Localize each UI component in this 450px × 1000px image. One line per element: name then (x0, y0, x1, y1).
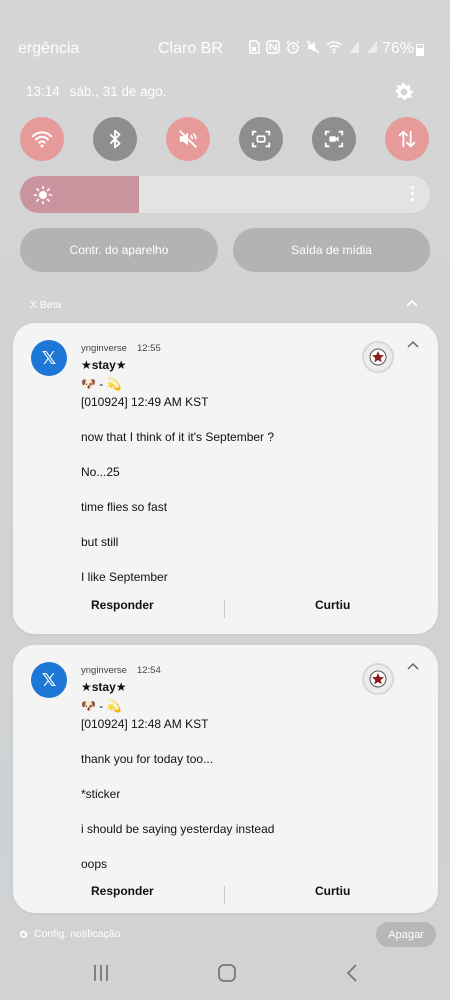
notification-body: 🐶 - 💫 [010924] 12:49 AM KST now that I t… (81, 376, 371, 586)
notification-actions: Responder Curtiu (13, 884, 438, 908)
screen-record-icon (324, 130, 344, 148)
date-row: 13:14 sáb., 31 de ago. (26, 84, 166, 99)
screen-capture-icon (251, 130, 271, 148)
status-bar: ergência Claro BR 76% (0, 36, 450, 64)
notification-time: 12:55 (136, 343, 161, 354)
action-divider (224, 600, 225, 618)
mute-icon (179, 130, 197, 148)
message-line: but still (81, 534, 119, 549)
gear-icon (19, 929, 28, 938)
message-line: now that I think of it it's September ? (81, 429, 275, 444)
notification-card[interactable]: 𝕏 ynginverse 12:54 ★stay★ 🐶 - 💫 [010924] … (13, 645, 438, 913)
avatar (362, 663, 394, 695)
notification-settings-link[interactable]: Config. notificação (18, 928, 120, 940)
star-badge-icon (369, 348, 387, 366)
chevron-up-icon[interactable] (406, 339, 420, 349)
clear-all-button[interactable]: Apagar (376, 922, 436, 947)
notification-title: ★stay★ (81, 680, 127, 694)
notification-username: ynginverse (81, 665, 127, 676)
x-logo-icon: 𝕏 (31, 662, 67, 698)
chevron-up-icon[interactable] (406, 661, 420, 671)
toggle-sound[interactable] (166, 117, 210, 161)
clock-time: 13:14 (26, 84, 60, 99)
notification-title: ★stay★ (81, 358, 127, 372)
media-output-button[interactable]: Saída de mídia (233, 228, 430, 272)
notification-body: 🐶 - 💫 [010924] 12:48 AM KST thank you fo… (81, 698, 371, 873)
toggle-bluetooth[interactable] (93, 117, 137, 161)
date-text: sáb., 31 de ago. (69, 84, 167, 99)
x-logo-icon: 𝕏 (31, 340, 67, 376)
status-text: ergência (18, 40, 80, 57)
avatar (362, 341, 394, 373)
brightness-slider[interactable] (20, 176, 430, 213)
nfc-icon (266, 40, 280, 54)
emoji-line: 🐶 - 💫 (81, 377, 122, 391)
toggle-mobile-data[interactable] (385, 117, 429, 161)
message-line: thank you for today too... (81, 751, 214, 766)
wifi-icon (326, 41, 342, 54)
notification-card[interactable]: 𝕏 ynginverse 12:55 ★stay★ 🐶 - 💫 [010924] … (13, 323, 438, 634)
message-line: i should be saying yesterday instead (81, 821, 275, 836)
wifi-icon (31, 131, 53, 148)
notification-settings-label: Config. notificação (34, 928, 121, 940)
status-icons (248, 40, 378, 54)
settings-gear-icon[interactable] (392, 80, 416, 104)
back-icon[interactable] (344, 962, 362, 984)
notification-header: ynginverse 12:55 (81, 343, 161, 354)
home-icon[interactable] (217, 962, 237, 984)
mute-icon (306, 40, 320, 54)
device-control-button[interactable]: Contr. do aparelho (20, 228, 218, 272)
message-line: *sticker (81, 786, 121, 801)
like-button[interactable]: Curtiu (315, 598, 350, 612)
reply-button[interactable]: Responder (91, 598, 154, 612)
chevron-up-icon[interactable] (405, 298, 419, 308)
data-transfer-icon (398, 130, 416, 148)
toggle-wifi[interactable] (20, 117, 64, 161)
message-line: [010924] 12:49 AM KST (81, 394, 209, 409)
toggle-screenshot[interactable] (239, 117, 283, 161)
emoji-line: 🐶 - 💫 (81, 699, 122, 713)
sim-icon (249, 40, 260, 54)
recent-apps-icon[interactable] (92, 962, 110, 984)
carrier-name: Claro BR (158, 40, 223, 57)
battery-percent: 76% (382, 40, 415, 57)
message-line: I like September (81, 569, 168, 584)
message-line: oops (81, 856, 108, 871)
message-line: time flies so fast (81, 499, 168, 514)
message-line: No...25 (81, 464, 120, 479)
alarm-icon (286, 40, 300, 54)
notification-group-label: X Beta (30, 299, 62, 311)
battery-icon (416, 44, 424, 56)
signal-icon (367, 41, 377, 53)
notification-username: ynginverse (81, 343, 127, 354)
bluetooth-icon (109, 129, 121, 149)
notification-actions: Responder Curtiu (13, 598, 438, 622)
signal-icon (349, 41, 359, 53)
action-divider (224, 886, 225, 904)
star-badge-icon (369, 670, 387, 688)
message-line: [010924] 12:48 AM KST (81, 716, 209, 731)
more-options-icon[interactable] (410, 186, 414, 204)
sun-icon (33, 185, 53, 205)
notification-time: 12:54 (136, 665, 161, 676)
like-button[interactable]: Curtiu (315, 884, 350, 898)
reply-button[interactable]: Responder (91, 884, 154, 898)
toggle-screen-record[interactable] (312, 117, 356, 161)
notification-header: ynginverse 12:54 (81, 665, 161, 676)
